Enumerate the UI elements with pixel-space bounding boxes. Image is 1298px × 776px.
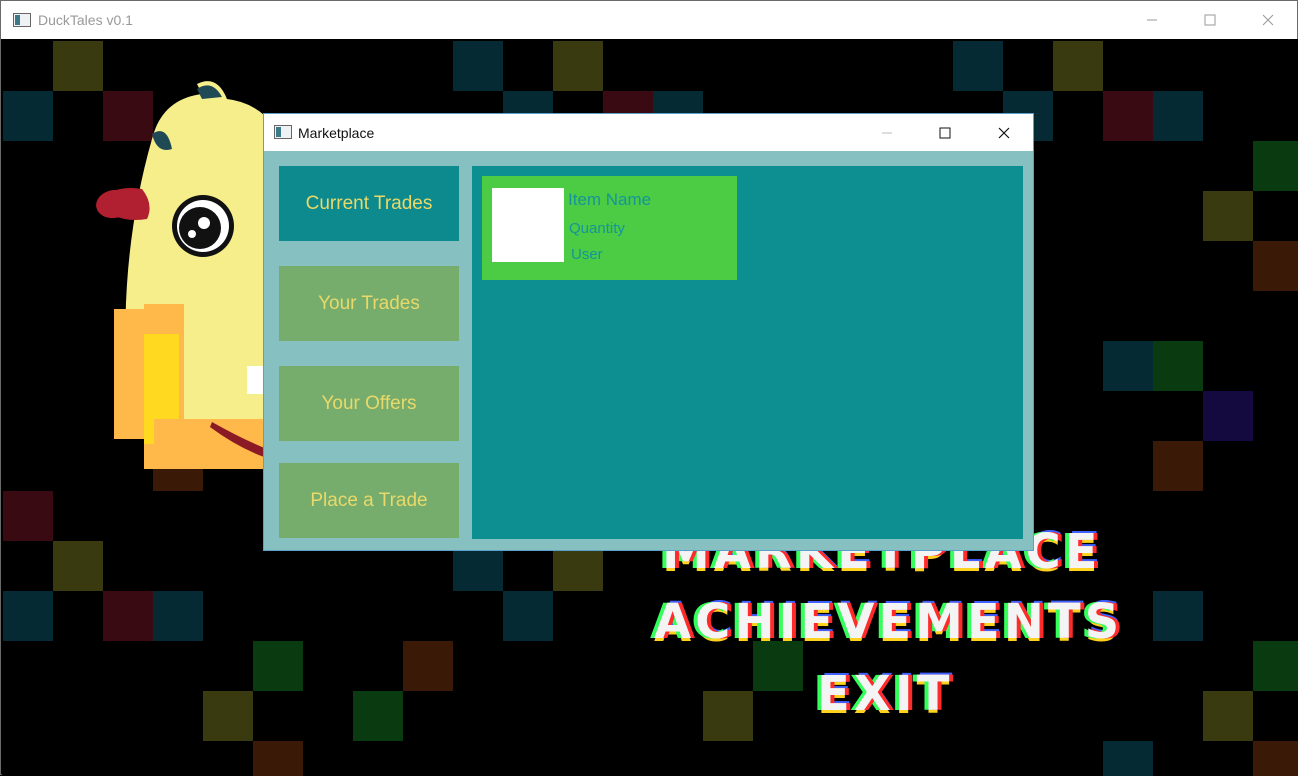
bg-tile: [353, 691, 403, 741]
bg-tile: [203, 691, 253, 741]
bg-tile: [1253, 741, 1298, 776]
dialog-minimize-button[interactable]: [858, 114, 916, 151]
main-window-title: DuckTales v0.1: [38, 12, 133, 28]
nav-place-a-trade-button[interactable]: Place a Trade: [279, 463, 459, 538]
bg-tile: [1203, 191, 1253, 241]
bg-tile: [103, 591, 153, 641]
trade-quantity: Quantity: [569, 220, 625, 237]
minimize-button[interactable]: [1123, 1, 1181, 39]
menu-exit-text[interactable]: EXIT: [817, 666, 953, 722]
bg-tile: [553, 41, 603, 91]
bg-tile: [703, 691, 753, 741]
bg-tile: [1053, 41, 1103, 91]
bg-tile: [1103, 91, 1153, 141]
bg-tile: [1203, 391, 1253, 441]
dialog-window-icon: [274, 125, 292, 139]
bg-tile: [1153, 591, 1203, 641]
bg-tile: [1153, 91, 1203, 141]
bg-tile: [1103, 341, 1153, 391]
minimize-icon: [1147, 19, 1157, 21]
bg-tile: [1253, 641, 1298, 691]
bg-tile: [1153, 441, 1203, 491]
trade-card[interactable]: Item Name Quantity User: [482, 176, 737, 280]
dialog-close-button[interactable]: [975, 114, 1033, 151]
nav-your-trades-button[interactable]: Your Trades: [279, 266, 459, 341]
maximize-icon: [1204, 14, 1216, 26]
bg-tile: [3, 591, 53, 641]
maximize-button[interactable]: [1181, 1, 1239, 39]
marketplace-title: Marketplace: [298, 125, 375, 141]
main-titlebar[interactable]: DuckTales v0.1: [1, 1, 1297, 39]
minimize-icon: [882, 132, 892, 133]
bg-tile: [3, 91, 53, 141]
close-icon: [1262, 14, 1274, 26]
nav-your-offers-button[interactable]: Your Offers: [279, 366, 459, 441]
bg-tile: [253, 741, 303, 776]
bg-tile: [3, 491, 53, 541]
close-button[interactable]: [1239, 1, 1297, 39]
bg-tile: [503, 591, 553, 641]
app-window-icon: [13, 13, 31, 27]
nav-current-trades-button[interactable]: Current Trades: [279, 166, 459, 241]
bg-tile: [403, 641, 453, 691]
trade-item-name: Item Name: [568, 190, 652, 209]
marketplace-dialog: Marketplace Current Trades Your Trades Y…: [263, 113, 1034, 551]
bg-tile: [453, 41, 503, 91]
bg-tile: [253, 641, 303, 691]
trades-content-panel: Item Name Quantity User: [472, 166, 1023, 539]
item-thumbnail: [492, 188, 564, 262]
trade-user: User: [571, 246, 603, 263]
bg-tile: [1203, 691, 1253, 741]
bg-tile: [53, 541, 103, 591]
dialog-maximize-button[interactable]: [916, 114, 974, 151]
bg-tile: [1253, 241, 1298, 291]
bg-tile: [1153, 341, 1203, 391]
bg-tile: [153, 591, 203, 641]
menu-achievements-text[interactable]: ACHIEVEMENTS: [654, 594, 1123, 650]
bg-tile: [953, 41, 1003, 91]
close-icon: [998, 127, 1010, 138]
maximize-icon: [939, 127, 951, 138]
marketplace-titlebar[interactable]: Marketplace: [264, 114, 1033, 151]
bg-tile: [1103, 741, 1153, 776]
bg-tile: [1253, 141, 1298, 191]
